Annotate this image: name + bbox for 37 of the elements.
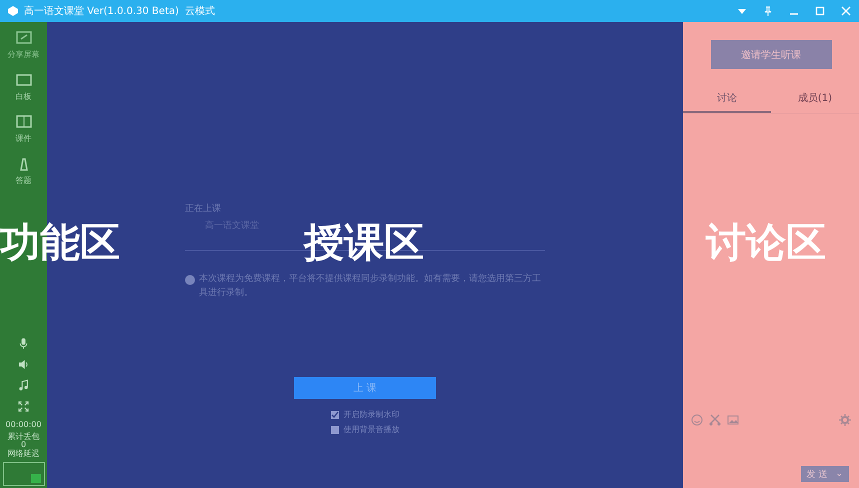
timer: 00:00:00 (6, 420, 42, 430)
tab[interactable]: 成员(1) (771, 91, 859, 113)
packet-loss-label: 累计丢包 (8, 432, 40, 441)
scissors-icon[interactable] (709, 414, 721, 426)
window-title: 高一语文课堂 Ver(1.0.0.30 Beta) (24, 4, 179, 18)
sidebar-item[interactable]: 分享屏幕 (8, 49, 40, 60)
microphone-icon[interactable] (17, 336, 30, 350)
sidebar-item[interactable]: 答题 (16, 175, 32, 186)
app-logo-icon (8, 6, 18, 16)
tab[interactable]: 讨论 (683, 91, 771, 113)
pin-icon[interactable] (763, 6, 773, 16)
latency-label: 网络延迟 (8, 450, 40, 459)
start-class-button[interactable]: 上 课 (294, 377, 436, 399)
image-icon[interactable] (727, 414, 739, 426)
mode-label: 云模式 (184, 4, 215, 18)
settings-icon[interactable] (839, 414, 851, 426)
packet-loss-value: 0 (20, 441, 26, 450)
option-label: 使用背景音播放 (344, 424, 400, 435)
sidebar-item[interactable]: 课件 (16, 133, 32, 144)
region-label: 讨论区 (706, 219, 826, 268)
close-icon[interactable] (841, 6, 851, 16)
invite-students-button[interactable]: 邀请学生听课 (710, 40, 832, 69)
sidebar-item[interactable]: 白板 (16, 91, 32, 102)
option-label: 开启防录制水印 (344, 409, 400, 420)
class-status: 正在上课 (185, 202, 222, 215)
fullscreen-icon[interactable] (17, 400, 30, 413)
checkbox[interactable] (330, 426, 338, 434)
info-icon (185, 275, 195, 285)
music-note-icon[interactable] (17, 378, 30, 392)
notice-text: 本次课程为免费课程，平台将不提供课程同步录制功能。如有需要，请您选用第三方工具进行录制。 (199, 273, 542, 300)
smiley-icon[interactable] (691, 414, 703, 426)
speaker-icon[interactable] (17, 358, 30, 371)
send-button[interactable]: 发 送 ⌄ (800, 466, 849, 482)
dropdown-icon[interactable] (737, 6, 747, 16)
maximize-icon[interactable] (815, 6, 825, 16)
checkbox[interactable] (330, 410, 338, 418)
region-label: 授课区 (304, 219, 424, 268)
